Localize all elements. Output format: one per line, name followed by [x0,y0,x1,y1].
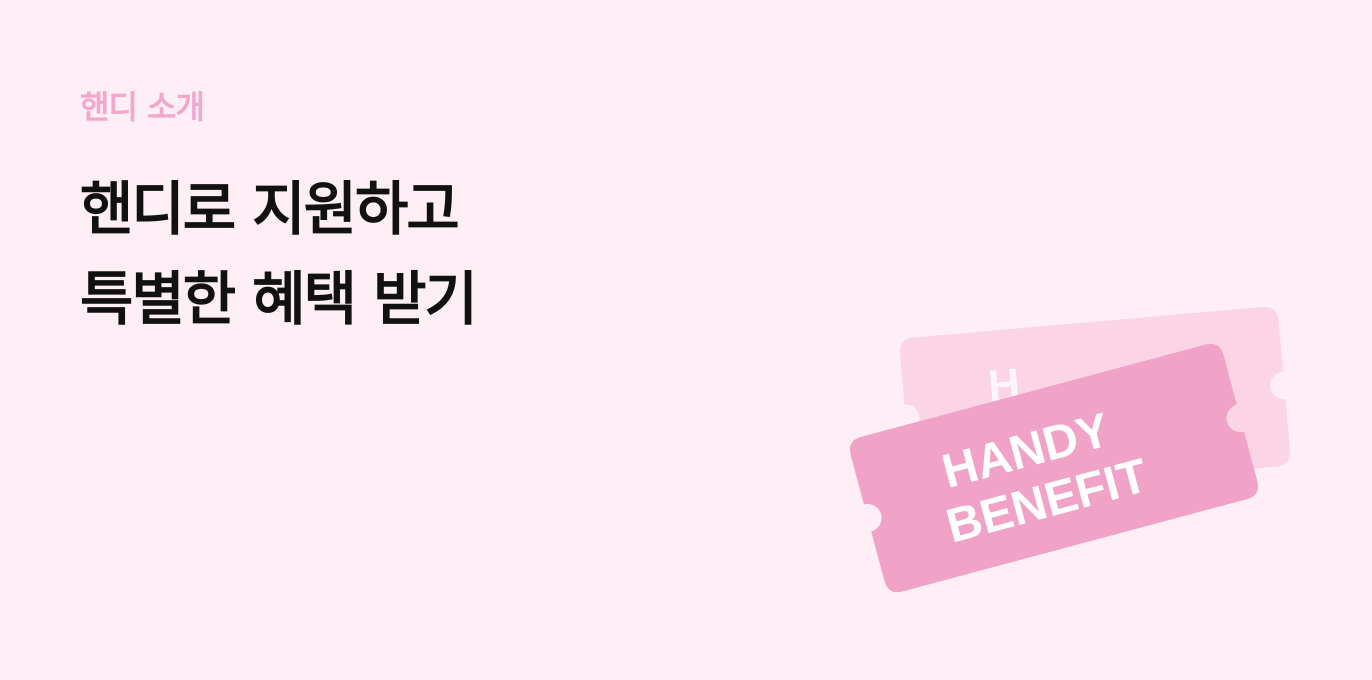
section-eyebrow: 핸디 소개 [80,88,205,126]
headline-line-1: 핸디로 지원하고 [80,175,460,243]
headline-line-2: 특별한 혜택 받기 [80,265,478,333]
page-headline: 핸디로 지원하고 특별한 혜택 받기 [80,164,478,344]
benefit-ticket-illustration: H HANDY BENEFIT [849,306,1291,593]
